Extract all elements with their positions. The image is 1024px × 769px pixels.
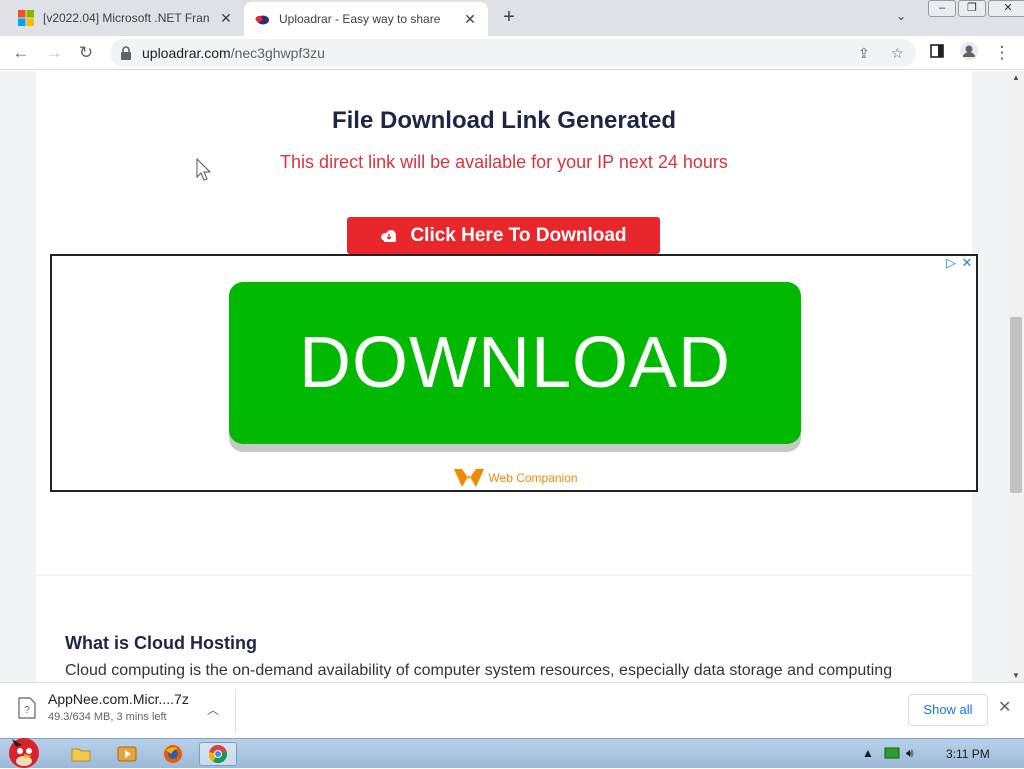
web-companion-logo-icon — [454, 469, 485, 487]
media-player-icon[interactable] — [108, 742, 146, 766]
tab-title: [v2022.04] Microsoft .NET Fran — [43, 11, 210, 25]
start-button-bird-icon[interactable] — [2, 731, 48, 769]
tab-close-icon[interactable]: ✕ — [462, 11, 478, 28]
url-path: /nec3ghwpf3zu — [230, 45, 325, 61]
tab-close-icon[interactable]: ✕ — [218, 10, 234, 27]
tab-uploadrar[interactable]: Uploadrar - Easy way to share ✕ — [244, 2, 488, 36]
scroll-up-icon[interactable]: ▲ — [1008, 73, 1024, 82]
tab-strip: [v2022.04] Microsoft .NET Fran ✕ Uploadr… — [0, 0, 1024, 36]
cloud-download-icon — [381, 229, 397, 242]
click-here-to-download-button[interactable]: Click Here To Download — [347, 217, 660, 254]
scrollbar-thumb[interactable] — [1010, 317, 1022, 493]
show-all-button[interactable]: Show all — [908, 694, 988, 726]
close-window-button[interactable]: ✕ — [988, 0, 1024, 17]
uploadrar-logo-icon — [255, 15, 269, 25]
firefox-icon[interactable] — [154, 742, 192, 766]
section-heading: What is Cloud Hosting — [65, 633, 257, 653]
volume-icon[interactable]: 🔊︎ — [906, 746, 914, 761]
download-status: 49.3/634 MB, 3 mins left — [48, 711, 167, 723]
back-button[interactable]: ← — [9, 41, 33, 65]
ad-brand: Web Companion — [52, 467, 980, 489]
availability-notice: This direct link will be available for y… — [280, 152, 728, 172]
ad-close-icon[interactable]: ✕ — [960, 256, 974, 270]
adchoices-icon[interactable]: ▷ — [944, 256, 958, 270]
lock-icon — [121, 46, 131, 60]
ad-brand-label: Web Companion — [488, 471, 578, 485]
url-text: uploadrar.com/nec3ghwpf3zu — [142, 45, 325, 61]
scroll-down-icon[interactable]: ▼ — [1008, 671, 1024, 680]
ad-download-button[interactable]: DOWNLOAD — [229, 282, 801, 444]
restore-button[interactable]: ❐ — [958, 0, 986, 17]
profile-avatar-icon[interactable] — [957, 41, 981, 65]
download-item[interactable]: ? AppNee.com.Micr....7z 49.3/634 MB, 3 m… — [18, 691, 189, 723]
divider — [235, 689, 236, 733]
chrome-taskbar-icon[interactable] — [199, 742, 237, 766]
clock[interactable]: 3:11 PM — [946, 747, 990, 761]
bookmark-star-icon[interactable]: ☆ — [891, 45, 904, 62]
new-tab-button[interactable]: + — [498, 7, 520, 27]
show-hidden-icons-icon[interactable]: ▲ — [862, 746, 874, 760]
reload-button[interactable]: ↻ — [74, 41, 98, 65]
url-host: uploadrar.com — [142, 45, 231, 61]
ad-choices[interactable]: ▷ ✕ — [944, 256, 974, 270]
download-filename: AppNee.com.Micr....7z — [48, 691, 189, 707]
tab-title: Uploadrar - Easy way to share — [279, 12, 441, 26]
minimize-button[interactable]: – — [928, 0, 956, 17]
page-title: File Download Link Generated — [331, 107, 677, 134]
download-shelf: ? AppNee.com.Micr....7z 49.3/634 MB, 3 m… — [0, 682, 1024, 738]
network-icon[interactable] — [884, 746, 900, 763]
tab-dotnet[interactable]: [v2022.04] Microsoft .NET Fran ✕ — [8, 0, 244, 36]
address-bar[interactable]: uploadrar.com/nec3ghwpf3zu ⇪ ☆ — [110, 39, 916, 67]
vertical-scrollbar[interactable]: ▲ ▼ — [1008, 71, 1024, 682]
share-icon[interactable]: ⇪ — [858, 45, 870, 62]
windows-logo-icon — [18, 10, 34, 26]
advertisement[interactable]: ▷ ✕ DOWNLOAD Web Companion — [50, 254, 978, 492]
download-button-label: Click Here To Download — [410, 224, 627, 246]
page-viewport: File Download Link Generated This direct… — [0, 71, 1008, 682]
chevron-up-icon[interactable]: ︿ — [207, 701, 219, 718]
svg-text:?: ? — [24, 705, 30, 716]
explorer-folder-icon[interactable] — [62, 742, 100, 766]
close-icon[interactable]: ✕ — [998, 697, 1011, 717]
window-controls: – ❐ ✕ — [926, 0, 1024, 18]
menu-kebab-icon[interactable]: ⋮ — [990, 41, 1014, 65]
browser-toolbar: ← → ↻ uploadrar.com/nec3ghwpf3zu ⇪ ☆ ⋮ — [0, 36, 1024, 70]
taskbar: ▲ 🔊︎ 3:11 PM — [0, 738, 1024, 768]
section-body-text: Cloud computing is the on-demand availab… — [65, 662, 893, 679]
side-panel-icon[interactable] — [925, 41, 949, 65]
file-icon: ? — [18, 697, 36, 719]
forward-button[interactable]: → — [42, 41, 66, 65]
tab-search-chevron-icon[interactable]: ⌄ — [896, 9, 906, 23]
mouse-cursor-icon — [196, 158, 212, 181]
ad-download-label: DOWNLOAD — [298, 323, 732, 403]
